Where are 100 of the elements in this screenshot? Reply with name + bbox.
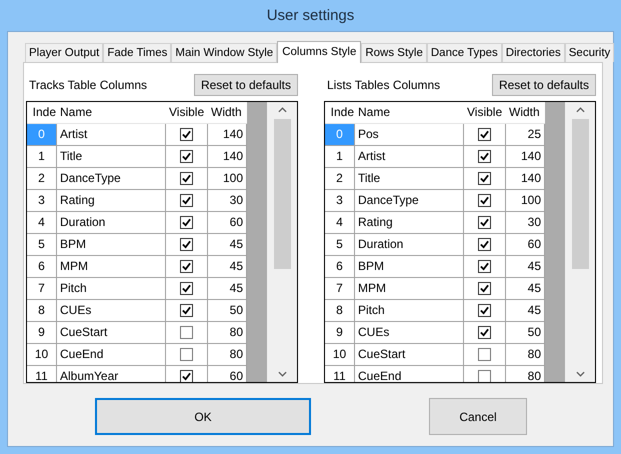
checkbox[interactable] — [478, 370, 491, 382]
tab[interactable]: Main Window Style — [171, 43, 278, 62]
dialog-button[interactable]: OK — [95, 398, 311, 435]
table-cell: 140 — [208, 124, 247, 146]
index-cell: 4 — [325, 212, 355, 234]
index-cell: 3 — [27, 190, 57, 212]
checkbox[interactable] — [180, 260, 193, 273]
scroll-down-icon[interactable] — [278, 371, 286, 377]
scroll-up-icon[interactable] — [576, 106, 584, 113]
checkbox[interactable] — [478, 282, 491, 295]
checkbox[interactable] — [478, 304, 491, 317]
index-cell: 10 — [325, 344, 355, 366]
checkbox[interactable] — [180, 238, 193, 251]
index-cell: 5 — [27, 234, 57, 256]
tab[interactable]: Directories — [502, 43, 565, 62]
table-cell: 60 — [506, 234, 545, 256]
checkbox[interactable] — [180, 194, 193, 207]
index-cell: 2 — [325, 168, 355, 190]
table-cell: Duration — [57, 212, 166, 234]
table-cell: 45 — [506, 278, 545, 300]
reset-button[interactable]: Reset to defaults — [492, 74, 596, 96]
column-header[interactable]: Name — [57, 102, 166, 123]
checkbox[interactable] — [478, 216, 491, 229]
table-cell: Rating — [57, 190, 166, 212]
checkbox[interactable] — [180, 128, 193, 141]
index-cell: 9 — [325, 322, 355, 344]
checkbox[interactable] — [478, 238, 491, 251]
checkbox[interactable] — [478, 194, 491, 207]
checkbox[interactable] — [478, 150, 491, 163]
table-cell: Artist — [57, 124, 166, 146]
table-cell: 140 — [506, 168, 545, 190]
section-title: Lists Tables Columns — [326, 78, 440, 92]
table-cell: Title — [355, 168, 464, 190]
table-cell: Rating — [355, 212, 464, 234]
scroll-down-icon[interactable] — [576, 371, 584, 377]
table-cell: Duration — [355, 234, 464, 256]
index-cell: 9 — [27, 322, 57, 344]
table-cell: 80 — [208, 322, 247, 344]
window-title: User settings — [266, 7, 354, 24]
table-cell: MPM — [355, 278, 464, 300]
checkbox[interactable] — [180, 150, 193, 163]
table-cell: 30 — [506, 212, 545, 234]
checkbox[interactable] — [478, 260, 491, 273]
scroll-thumb[interactable] — [572, 118, 588, 269]
index-cell: 10 — [27, 344, 57, 366]
column-header[interactable]: Width — [208, 102, 247, 123]
checkbox[interactable] — [478, 128, 491, 141]
column-header[interactable]: Visible — [166, 102, 208, 123]
checkbox[interactable] — [478, 326, 491, 339]
index-cell: 7 — [27, 278, 57, 300]
table-cell: Pitch — [355, 300, 464, 322]
scrollbar[interactable] — [565, 102, 595, 382]
checkbox[interactable] — [180, 348, 193, 361]
tab[interactable]: Player Output — [25, 43, 104, 62]
checkbox[interactable] — [180, 282, 193, 295]
index-cell: 3 — [325, 190, 355, 212]
table-cell: 45 — [506, 256, 545, 278]
table-cell: 50 — [506, 322, 545, 344]
table-cell: 50 — [208, 300, 247, 322]
table-cell: DanceType — [355, 190, 464, 212]
table-cell: 100 — [506, 190, 545, 212]
checkbox[interactable] — [180, 304, 193, 317]
tab[interactable]: Columns Style — [277, 41, 362, 63]
checkbox[interactable] — [180, 326, 193, 339]
column-header[interactable]: Name — [355, 102, 464, 123]
index-cell: 1 — [27, 146, 57, 168]
index-cell: 6 — [27, 256, 57, 278]
checkbox[interactable] — [180, 172, 193, 185]
index-cell: 4 — [27, 212, 57, 234]
checkbox[interactable] — [180, 370, 193, 382]
index-cell: 1 — [325, 146, 355, 168]
table-cell: Artist — [355, 146, 464, 168]
table-cell: 100 — [208, 168, 247, 190]
table-cell: BPM — [57, 234, 166, 256]
table-cell: Title — [57, 146, 166, 168]
table-cell: 80 — [208, 344, 247, 366]
checkbox[interactable] — [478, 348, 491, 361]
scrollbar[interactable] — [267, 102, 297, 382]
section-title: Tracks Table Columns — [28, 78, 148, 92]
reset-button[interactable]: Reset to defaults — [194, 74, 298, 96]
column-header[interactable]: Width — [506, 102, 545, 123]
tab[interactable]: Rows Style — [361, 43, 427, 62]
tab[interactable]: Fade Times — [103, 43, 172, 62]
column-header[interactable]: Inde — [325, 102, 355, 123]
scroll-up-icon[interactable] — [278, 106, 286, 113]
tab[interactable]: Security — [564, 43, 614, 62]
table-cell: CueEnd — [57, 344, 166, 366]
index-cell: 8 — [325, 300, 355, 322]
index-cell: 2 — [27, 168, 57, 190]
dialog-button[interactable]: Cancel — [429, 398, 527, 435]
table-cell: 45 — [208, 234, 247, 256]
index-cell: 0 — [27, 124, 57, 146]
column-header[interactable]: Inde — [27, 102, 57, 123]
column-header[interactable]: Visible — [464, 102, 506, 123]
tab[interactable]: Dance Types — [426, 43, 502, 62]
table-cell: AlbumYear — [57, 366, 166, 382]
scroll-thumb[interactable] — [274, 118, 290, 269]
checkbox[interactable] — [478, 172, 491, 185]
table-cell: Pos — [355, 124, 464, 146]
checkbox[interactable] — [180, 216, 193, 229]
